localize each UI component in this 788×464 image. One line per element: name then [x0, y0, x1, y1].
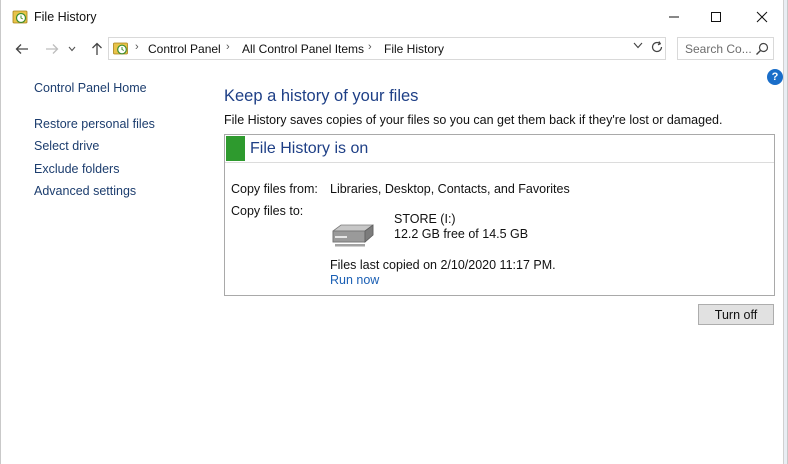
copy-from-label: Copy files from:: [231, 182, 318, 196]
help-icon[interactable]: ?: [767, 69, 783, 85]
restore-personal-files-link[interactable]: Restore personal files: [34, 117, 155, 131]
up-arrow-icon: [92, 42, 102, 55]
breadcrumb-separator-icon: ›: [226, 41, 230, 53]
status-indicator: [226, 136, 245, 161]
status-text: File History is on: [250, 140, 369, 157]
search-icon: [756, 42, 769, 55]
search-placeholder: Search Co...: [685, 42, 752, 56]
file-history-icon: [12, 10, 28, 24]
up-button[interactable]: [86, 38, 108, 60]
breadcrumb-separator-icon: ›: [135, 41, 139, 53]
title-bar: File History: [1, 0, 787, 33]
drive-icon: [332, 224, 374, 247]
navigation-bar: › Control Panel › All Control Panel Item…: [1, 34, 787, 64]
address-bar[interactable]: › Control Panel › All Control Panel Item…: [108, 37, 666, 60]
run-now-link[interactable]: Run now: [330, 273, 379, 287]
file-history-status-panel: File History is on Copy files from: Libr…: [224, 134, 775, 296]
turn-off-button[interactable]: Turn off: [698, 304, 774, 325]
window-right-edge: [783, 0, 787, 464]
recent-locations-button[interactable]: [65, 38, 79, 60]
copy-from-value: Libraries, Desktop, Contacts, and Favori…: [330, 182, 570, 196]
page-description: File History saves copies of your files …: [224, 113, 723, 127]
copy-to-label: Copy files to:: [231, 204, 304, 218]
forward-arrow-icon: [46, 44, 59, 54]
chevron-down-icon: [68, 46, 76, 52]
advanced-settings-link[interactable]: Advanced settings: [34, 184, 136, 198]
breadcrumb-all-items[interactable]: All Control Panel Items: [242, 42, 364, 56]
select-drive-link[interactable]: Select drive: [34, 139, 99, 153]
control-panel-icon: [113, 42, 128, 55]
back-button[interactable]: [11, 38, 33, 60]
window-title: File History: [34, 10, 97, 24]
exclude-folders-link[interactable]: Exclude folders: [34, 162, 119, 176]
control-panel-home-link[interactable]: Control Panel Home: [34, 81, 147, 95]
refresh-icon[interactable]: [650, 40, 664, 56]
drive-name: STORE (I:): [394, 212, 456, 226]
maximize-icon: [711, 11, 721, 22]
breadcrumb-file-history[interactable]: File History: [384, 42, 444, 56]
minimize-button[interactable]: [651, 0, 697, 33]
close-icon: [756, 11, 768, 22]
search-input[interactable]: Search Co...: [677, 37, 774, 60]
close-button[interactable]: [739, 0, 785, 33]
page-title: Keep a history of your files: [224, 87, 419, 105]
maximize-button[interactable]: [693, 0, 739, 33]
last-copied-text: Files last copied on 2/10/2020 11:17 PM.: [330, 258, 556, 272]
breadcrumb-separator-icon: ›: [368, 41, 372, 53]
status-header: File History is on: [225, 135, 774, 163]
back-arrow-icon: [15, 44, 28, 54]
breadcrumb-control-panel[interactable]: Control Panel: [148, 42, 221, 56]
address-dropdown-icon[interactable]: [633, 41, 643, 52]
minimize-icon: [669, 16, 679, 17]
file-history-window: File History › Control Panel › All Contr…: [0, 0, 788, 464]
forward-button[interactable]: [41, 38, 63, 60]
drive-free-space: 12.2 GB free of 14.5 GB: [394, 227, 529, 241]
